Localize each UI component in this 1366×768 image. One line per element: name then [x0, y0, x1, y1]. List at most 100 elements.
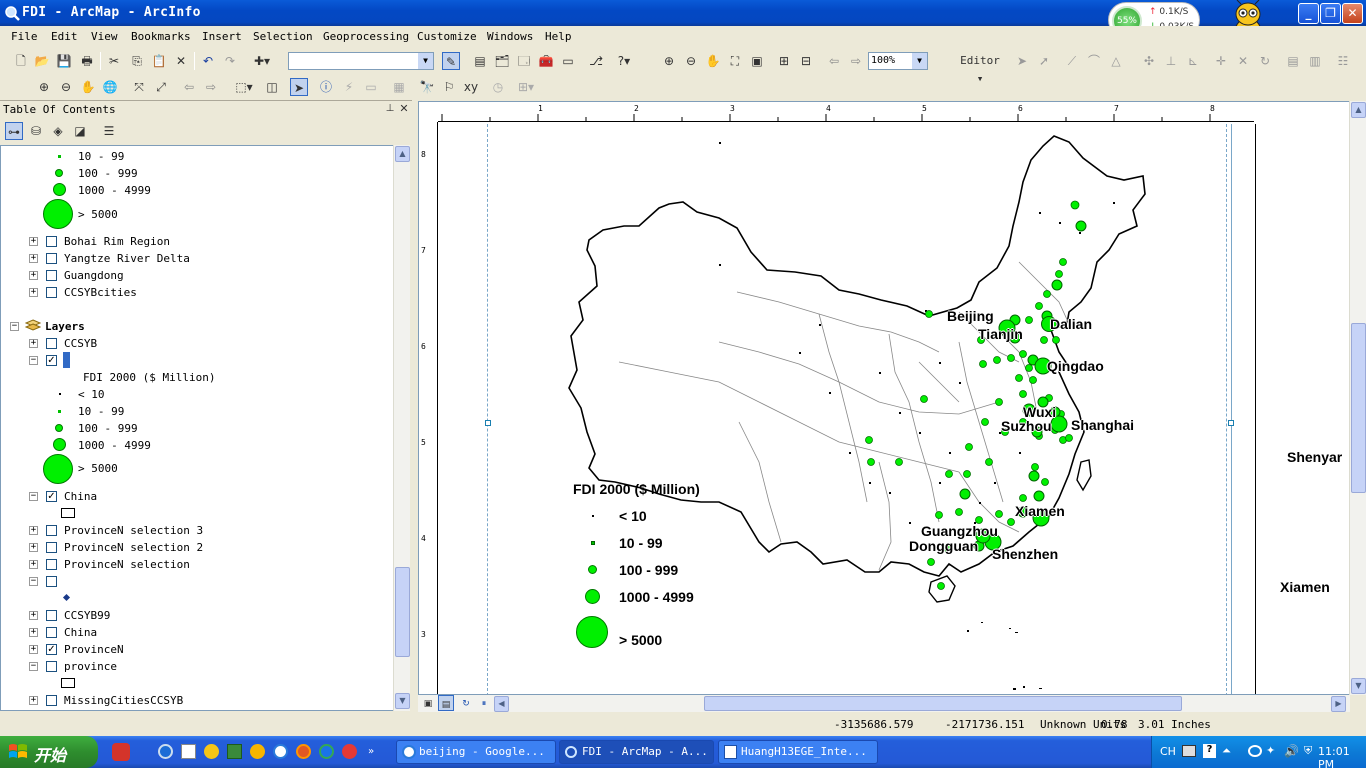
edit-annotation-icon[interactable]: ➚ [1035, 52, 1053, 70]
menu-bookmarks[interactable]: Bookmarks [131, 30, 191, 43]
zoom-100-percent-icon[interactable]: ▣ [748, 52, 766, 70]
toc-layer-row[interactable]: − ✓ [1, 352, 381, 369]
expand-icon[interactable]: + [29, 560, 38, 569]
html-popup-icon[interactable]: ⚡ [340, 78, 358, 96]
go-to-xy-icon[interactable]: xy [462, 78, 480, 96]
network-icon[interactable] [1248, 745, 1262, 757]
rotate-tool-icon[interactable]: ✕ [1234, 52, 1252, 70]
menu-insert[interactable]: Insert [202, 30, 242, 43]
layer-name-edit-box[interactable] [63, 352, 70, 368]
expand-icon[interactable]: + [29, 526, 38, 535]
expand-icon[interactable]: + [29, 543, 38, 552]
map-legend[interactable]: FDI 2000 ($ Million) < 10 10 - 99 100 - … [569, 478, 769, 658]
toc-layer-row[interactable]: − [1, 573, 381, 590]
expand-icon[interactable]: + [29, 628, 38, 637]
scroll-up-icon[interactable]: ▲ [395, 146, 410, 162]
fixed-zoom-out-icon[interactable]: ⊟ [797, 52, 815, 70]
fixed-zoom-out-map-icon[interactable]: ⤢ [152, 78, 170, 96]
list-by-source-icon[interactable]: ⛁ [27, 122, 45, 140]
toc-layer-row[interactable]: − province [1, 658, 381, 675]
tray-expand-icon[interactable]: ⏶ [1222, 744, 1231, 758]
layer-visibility-checkbox[interactable] [46, 236, 57, 247]
find-route-icon[interactable]: ⚐ [440, 78, 458, 96]
photo-icon[interactable] [227, 744, 242, 759]
measure-icon[interactable]: ▦ [390, 78, 408, 96]
cut-icon[interactable]: ✂ [105, 52, 123, 70]
toc-close-icon[interactable]: ✕ [395, 100, 413, 118]
keyboard-icon[interactable] [1182, 745, 1196, 757]
new-document-icon[interactable]: 🗋 [12, 52, 30, 70]
hyperlink-icon[interactable]: ▭ [362, 78, 380, 96]
toc-layer-row[interactable]: − ✓ China [1, 488, 381, 505]
collapse-icon[interactable]: − [10, 322, 19, 331]
app-icon[interactable] [342, 744, 357, 759]
python-window-icon[interactable]: ▭ [559, 52, 577, 70]
menu-edit[interactable]: Edit [51, 30, 78, 43]
layer-visibility-checkbox[interactable] [46, 542, 57, 553]
toc-options-icon[interactable]: ☰ [100, 122, 118, 140]
safely-remove-icon[interactable]: ✦ [1266, 744, 1275, 757]
redo-icon[interactable]: ↷ [221, 52, 239, 70]
list-by-drawing-order-icon[interactable]: ⊶ [5, 122, 23, 140]
zoom-in-icon[interactable]: ⊕ [35, 78, 53, 96]
layer-visibility-checkbox[interactable]: ✓ [46, 355, 57, 366]
scroll-down-icon[interactable]: ▼ [395, 693, 410, 709]
layer-visibility-checkbox[interactable] [46, 287, 57, 298]
menu-customize[interactable]: Customize [417, 30, 477, 43]
create-viewer-icon[interactable]: ⊞▾ [517, 78, 535, 96]
quicklaunch-more-icon[interactable]: » [368, 746, 378, 758]
select-features-icon[interactable]: ⬚▾ [230, 78, 258, 96]
toc-layer-row[interactable]: + MissingCitiesCCSYB [1, 692, 381, 709]
chrome-icon[interactable] [319, 744, 334, 759]
time-slider-icon[interactable]: ◷ [489, 78, 507, 96]
maximize-button[interactable]: ❐ [1320, 3, 1341, 24]
expand-icon[interactable]: + [29, 237, 38, 246]
clear-selection-icon[interactable]: ◫ [263, 78, 281, 96]
editor-menu-button[interactable]: Editor ▾ [956, 52, 1004, 85]
expand-icon[interactable]: + [29, 645, 38, 654]
fixed-zoom-in-icon[interactable]: ⊞ [775, 52, 793, 70]
collapse-icon[interactable]: − [29, 492, 38, 501]
layout-view[interactable]: Beijing Tianjin Dalian Qingdao Wuxi Suzh… [418, 101, 1350, 695]
layout-view-icon[interactable]: ▤ [438, 695, 454, 711]
zoom-whole-page-icon[interactable]: ⛶ [726, 52, 744, 70]
layout-pan-icon[interactable]: ✋ [704, 52, 722, 70]
layer-visibility-checkbox[interactable] [46, 695, 57, 706]
scroll-up-icon[interactable]: ▲ [1351, 102, 1366, 118]
open-folder-icon[interactable]: 📂 [33, 52, 51, 70]
paste-icon[interactable]: 📋 [150, 52, 168, 70]
edit-vertices-icon[interactable]: ✣ [1140, 52, 1158, 70]
arctoolbox-icon[interactable]: 🧰 [537, 52, 555, 70]
print-icon[interactable]: 🖶 [78, 52, 96, 70]
scroll-down-icon[interactable]: ▼ [1351, 678, 1366, 694]
add-icon[interactable] [204, 744, 219, 759]
zoom-out-icon[interactable]: ⊖ [57, 78, 75, 96]
go-back-extent-icon[interactable]: ⇦ [180, 78, 198, 96]
go-forward-extent-icon[interactable]: ⇨ [202, 78, 220, 96]
layer-visibility-checkbox[interactable]: ✓ [46, 491, 57, 502]
editor-toolbar-icon[interactable]: ✎ [442, 52, 460, 70]
edit-tool-icon[interactable]: ➤ [1013, 52, 1031, 70]
help-pointer-icon[interactable]: ?▾ [615, 52, 633, 70]
endpoint-arc-icon[interactable]: ⌒ [1085, 52, 1103, 70]
china-map[interactable] [419, 102, 1350, 695]
vertical-ruler[interactable]: 8 7 6 5 4 3 [420, 122, 438, 694]
split-tool-icon[interactable]: ✛ [1212, 52, 1230, 70]
pan-icon[interactable]: ✋ [79, 78, 97, 96]
trace-icon[interactable]: △ [1107, 52, 1125, 70]
attributes-icon[interactable]: ↻ [1256, 52, 1274, 70]
cut-polygons-icon[interactable]: ⊾ [1184, 52, 1202, 70]
collapse-icon[interactable]: − [29, 356, 38, 365]
list-by-selection-icon[interactable]: ◪ [71, 122, 89, 140]
quicklaunch-icon[interactable] [112, 743, 130, 761]
layer-visibility-checkbox[interactable] [46, 610, 57, 621]
save-icon[interactable]: 💾 [55, 52, 73, 70]
layer-visibility-checkbox[interactable] [46, 559, 57, 570]
copy-icon[interactable]: ⎘ [128, 52, 146, 70]
layer-visibility-checkbox[interactable] [46, 627, 57, 638]
language-indicator[interactable]: CH [1160, 745, 1176, 758]
layer-visibility-checkbox[interactable] [46, 253, 57, 264]
collapse-icon[interactable]: − [29, 662, 38, 671]
menu-view[interactable]: View [91, 30, 118, 43]
expand-icon[interactable]: + [29, 339, 38, 348]
